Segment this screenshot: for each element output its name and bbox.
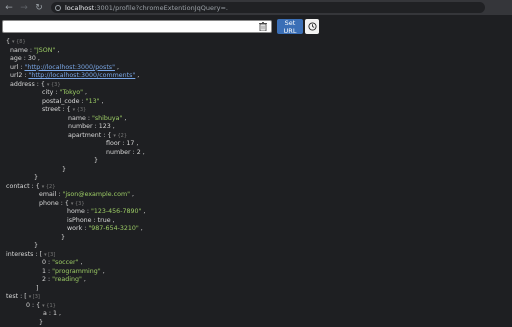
url-toolbar: Set URL [0,20,512,35]
collapse-toggle[interactable]: ▾ {2} [42,184,56,190]
json-row-interest-2: 2 : "reading" , [6,276,506,285]
json-row-phone: phone : { ▾ {3} [6,200,506,209]
root-open: { ▾ {8} [6,38,506,47]
json-row-test-0: 0 : { ▾ {1} [6,302,506,311]
close-bracket: ] [6,285,506,294]
collapse-toggle[interactable]: ▾ {3} [47,82,61,88]
json-row-apartment: apartment : { ▾ {2} [6,132,506,141]
history-icon [308,22,317,31]
forward-icon[interactable]: → [18,2,30,14]
json-row-floor: floor : 17 , [6,140,506,149]
collapse-toggle[interactable]: ▾ {3} [73,107,87,113]
history-button[interactable] [305,19,319,34]
set-url-button[interactable]: Set URL [277,19,303,34]
json-row-home: home : "123-456-7890" , [6,208,506,217]
json-row-a: a : 1 , [6,310,506,319]
address-bar[interactable]: localhost:3001/profile?chromeExtentionJq… [51,2,485,13]
json-row-city: city : "Tokyo" , [6,89,506,98]
json-row-url2: url2 : "http://localhost:3000/comments" … [6,72,506,81]
json-row-interest-1: 1 : "programming" , [6,268,506,277]
json-row-url: url : "http://localhost:3000/posts" , [6,64,506,73]
back-icon[interactable]: ← [3,2,15,14]
url2-link[interactable]: "http://localhost:3000/comments" [28,72,135,79]
reload-icon[interactable]: ↻ [33,2,45,14]
json-row-work: work : "987-654-3210" , [6,225,506,234]
json-row-email: email : "json@example.com" , [6,191,506,200]
collapse-toggle[interactable]: ▾ {8} [12,39,26,45]
address-path: :3001/profile?chromeExtentionJqQuery=. [94,4,228,12]
close-brace: } [6,157,506,166]
json-row-contact: contact : { ▾ {2} [6,183,506,192]
json-row-isphone: isPhone : true , [6,217,506,226]
collapse-toggle[interactable]: ▾ [3] [29,294,40,300]
browser-toolbar: ← → ↻ localhost:3001/profile?chromeExten… [0,0,512,15]
json-row-address: address : { ▾ {3} [6,81,506,90]
site-info-icon[interactable] [55,5,61,11]
address-host: localhost [65,4,94,12]
trash-icon[interactable] [259,22,267,31]
collapse-toggle[interactable]: ▾ {1} [42,303,56,309]
collapse-toggle[interactable]: ▾ {3} [71,201,85,207]
close-brace: } [6,242,506,251]
json-row-postal: postal_code : "13" , [6,98,506,107]
json-row-street-name: name : "shibuya" , [6,115,506,124]
close-brace: } [6,166,506,175]
close-brace: } [6,234,506,243]
json-row-age: age : 30 , [6,55,506,64]
json-row-apartment-number: number : 2 , [6,149,506,158]
json-row-street: street : { ▾ {3} [6,106,506,115]
json-row-interest-0: 0 : "soccer" , [6,259,506,268]
collapse-toggle[interactable]: ▾ [3] [44,252,55,258]
json-row-interests: interests : [ ▾ [3] [6,251,506,260]
json-tree: { ▾ {8} name : "JSON" , age : 30 , url :… [6,38,506,327]
url-input[interactable] [2,20,272,33]
collapse-toggle[interactable]: ▾ {2} [113,133,127,139]
close-brace: } [6,174,506,183]
json-row-test: test : [ ▾ [3] [6,293,506,302]
json-row-number: number : 123 , [6,123,506,132]
json-row-name: name : "JSON" , [6,47,506,56]
url-link[interactable]: "http://localhost:3000/posts" [24,64,115,71]
